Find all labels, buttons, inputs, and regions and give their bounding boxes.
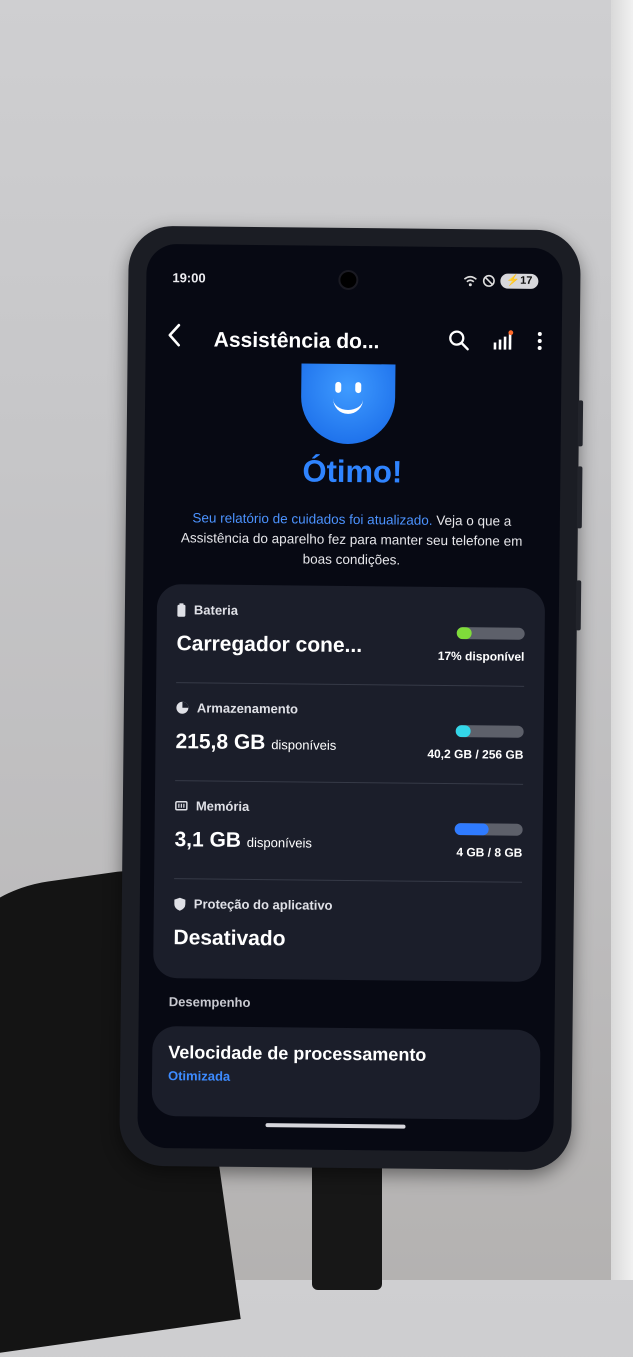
processing-speed-status: Otimizada: [168, 1068, 230, 1084]
mascot-eye: [335, 382, 341, 393]
phone-screen: 19:00 ⚡17 Assistência do...: [137, 244, 562, 1152]
report-link[interactable]: Seu relatório de cuidados foi atualizado…: [192, 510, 432, 528]
care-summary-card: Bateria Carregador cone... 17% disponíve…: [153, 584, 545, 982]
wall-background: [611, 0, 633, 1280]
chevron-left-icon[interactable]: [166, 322, 182, 348]
app-protection-row[interactable]: Proteção do aplicativo Desativado: [173, 878, 522, 978]
app-bar-actions: [448, 329, 544, 352]
mascot-smiley-icon: [301, 363, 396, 444]
battery-value: Carregador cone...: [176, 632, 362, 658]
volume-button-lower: [577, 466, 583, 528]
do-not-disturb-icon: [482, 274, 495, 287]
battery-detail: 17% disponível: [438, 649, 525, 664]
app-protection-label: Proteção do aplicativo: [194, 896, 333, 912]
battery-level: 17: [520, 275, 532, 287]
phone-device: 19:00 ⚡17 Assistência do...: [119, 226, 581, 1171]
app-bar: Assistência do...: [160, 322, 548, 362]
report-description: Seu relatório de cuidados foi atualizado…: [177, 508, 526, 572]
status-time: 19:00: [172, 270, 205, 285]
signal-bars-icon[interactable]: [492, 329, 514, 351]
storage-detail: 40,2 GB / 256 GB: [427, 747, 523, 762]
app-protection-row-head: Proteção do aplicativo: [174, 896, 333, 913]
memory-label: Memória: [196, 798, 250, 814]
processing-speed-card[interactable]: Velocidade de processamento Otimizada: [152, 1026, 541, 1120]
storage-value-wrap: 215,8 GB disponíveis: [175, 730, 336, 756]
storage-row[interactable]: Armazenamento 215,8 GB disponíveis 40,2 …: [175, 682, 524, 782]
charging-cable: [312, 1150, 382, 1290]
power-button: [576, 580, 582, 630]
memory-value-wrap: 3,1 GB disponíveis: [174, 828, 312, 853]
search-icon[interactable]: [448, 329, 470, 351]
memory-detail: 4 GB / 8 GB: [456, 845, 522, 860]
storage-fill: [456, 725, 471, 737]
memory-unit: disponíveis: [247, 835, 312, 851]
performance-section-label: Desempenho: [169, 994, 251, 1010]
storage-label: Armazenamento: [197, 700, 298, 716]
front-camera: [338, 270, 358, 290]
storage-unit: disponíveis: [271, 737, 336, 753]
memory-row-head: Memória: [175, 798, 250, 814]
storage-row-head: Armazenamento: [176, 700, 298, 716]
gesture-nav-bar[interactable]: [266, 1123, 406, 1128]
memory-progress-bar: [455, 823, 523, 836]
battery-row[interactable]: Bateria Carregador cone... 17% disponíve…: [176, 584, 525, 684]
memory-fill: [455, 823, 489, 835]
more-vert-icon[interactable]: [536, 330, 544, 352]
mascot-smile: [333, 396, 363, 414]
app-protection-value: Desativado: [173, 926, 285, 951]
wifi-icon: [463, 275, 477, 287]
battery-row-head: Bateria: [177, 602, 238, 618]
processing-speed-title: Velocidade de processamento: [168, 1042, 426, 1066]
status-headline: Ótimo!: [144, 452, 560, 492]
pie-chart-icon: [176, 701, 189, 714]
battery-icon: ⚡17: [500, 274, 538, 289]
status-icons: ⚡17: [463, 273, 538, 289]
battery-progress-bar: [457, 627, 525, 640]
battery-icon: [177, 603, 186, 617]
storage-progress-bar: [456, 725, 524, 738]
storage-value: 215,8 GB: [175, 730, 265, 754]
mascot-eye: [355, 382, 361, 393]
volume-button: [578, 400, 583, 446]
memory-row[interactable]: Memória 3,1 GB disponíveis 4 GB / 8 GB: [174, 780, 523, 880]
page-title: Assistência do...: [214, 329, 380, 355]
memory-value: 3,1 GB: [174, 828, 241, 852]
battery-fill: [457, 627, 472, 639]
shield-icon: [174, 897, 186, 911]
memory-chip-icon: [175, 800, 188, 811]
battery-label: Bateria: [194, 602, 238, 617]
